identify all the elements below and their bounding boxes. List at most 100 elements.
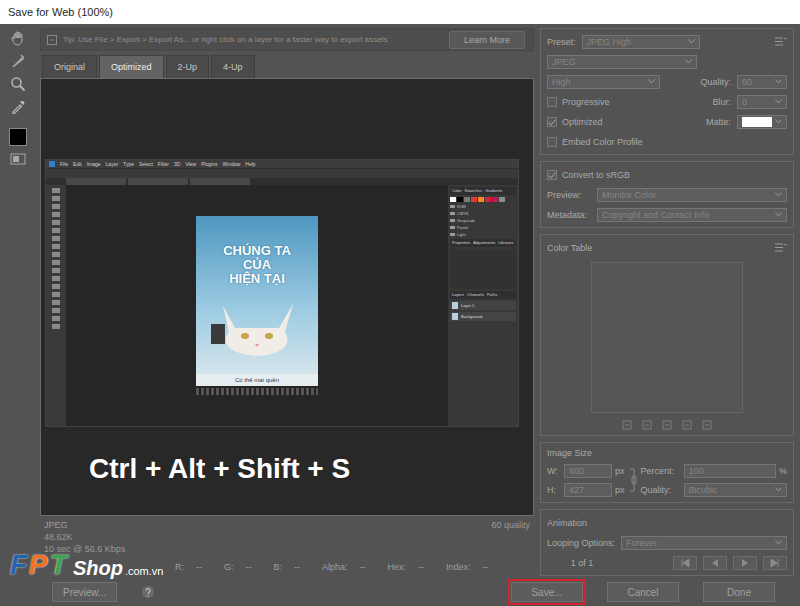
ps-swatch[interactable]	[492, 197, 498, 202]
preview-column: Tip: Use File > Export > Export As... or…	[36, 24, 534, 578]
ps-panel-tab[interactable]: Swatches	[465, 188, 482, 194]
chevron-down-icon	[775, 192, 782, 197]
percent-label: Percent:	[641, 466, 681, 476]
blur-field[interactable]: 0	[737, 95, 787, 109]
eyedropper-icon[interactable]	[10, 99, 26, 115]
link-icon[interactable]	[629, 465, 637, 495]
web-shift-icon[interactable]	[642, 420, 652, 430]
ps-swatch-folder[interactable]: RGB	[450, 204, 516, 209]
panel-menu-icon[interactable]	[775, 37, 787, 46]
convert-srgb-row: Convert to sRGB	[547, 167, 787, 182]
play-icon[interactable]	[733, 556, 757, 570]
ps-panel-tab[interactable]: Layers	[452, 292, 464, 298]
new-color-icon[interactable]	[682, 420, 692, 430]
ps-menu-item[interactable]: Plugins	[201, 161, 217, 167]
watermark-letter: F	[10, 550, 27, 580]
next-frame-icon[interactable]	[763, 556, 787, 570]
ps-menu-item[interactable]: Image	[87, 161, 101, 167]
delete-color-icon[interactable]	[702, 420, 712, 430]
quality-field[interactable]: 60	[737, 75, 787, 89]
ps-swatch[interactable]	[485, 197, 491, 202]
ps-menu-item[interactable]: Layer	[106, 161, 119, 167]
matte-field[interactable]	[737, 115, 787, 129]
file-size: 48.62K	[44, 532, 125, 542]
ps-menu-item[interactable]: Window	[223, 161, 241, 167]
preview-label: Preview:	[547, 190, 591, 200]
view-tab[interactable]: Optimized	[99, 55, 164, 78]
ps-options-bar	[46, 168, 518, 178]
metadata-dropdown[interactable]: Copyright and Contact Info	[597, 208, 787, 222]
ps-swatch-folder[interactable]: Light	[450, 232, 516, 237]
resample-dropdown[interactable]: Bicubic	[684, 483, 787, 497]
height-field[interactable]: 427	[564, 483, 612, 497]
view-tab[interactable]: Original	[42, 55, 97, 78]
image-size-body: W:800pxH:427pxPercent:100%Quality:Bicubi…	[547, 463, 787, 497]
ps-panel-tab[interactable]: Paths	[487, 292, 497, 298]
ps-panel-tab[interactable]: Adjustments	[473, 240, 495, 246]
percent-field[interactable]: 100	[684, 464, 776, 478]
ps-panel-tab[interactable]: Channels	[467, 292, 484, 298]
ps-panel-tab[interactable]: Gradients	[485, 188, 502, 194]
frame-row: 1 of 1	[547, 555, 787, 570]
ps-menu-item[interactable]: View	[185, 161, 196, 167]
ps-menu-item[interactable]: Filter	[158, 161, 169, 167]
resample-row: Quality:Bicubic	[641, 482, 787, 497]
ps-swatch[interactable]	[457, 197, 463, 202]
view-tab[interactable]: 4-Up	[211, 55, 255, 78]
help-icon[interactable]	[141, 585, 155, 599]
ps-panel-tab[interactable]: Properties	[452, 240, 470, 246]
ps-layer-row[interactable]: Background	[450, 312, 516, 321]
learn-more-button[interactable]: Learn More	[449, 31, 525, 49]
preview-button[interactable]: Preview...	[52, 582, 117, 602]
lock-color-icon[interactable]	[662, 420, 672, 430]
ps-swatch[interactable]	[499, 197, 505, 202]
ps-swatch[interactable]	[464, 197, 470, 202]
ps-menu-item[interactable]: 3D	[174, 161, 180, 167]
ps-layer-row[interactable]: Layer 1	[450, 301, 516, 310]
image-preview: File Edit Image Layer Type Select Filter 3D View…	[40, 78, 534, 516]
slice-select-icon[interactable]	[10, 53, 26, 69]
compression-dropdown[interactable]: High	[547, 75, 660, 89]
ps-swatch[interactable]	[478, 197, 484, 202]
ps-tool-icon	[52, 196, 60, 201]
ps-menu-item[interactable]: Help	[245, 161, 255, 167]
ps-swatch[interactable]	[450, 197, 456, 202]
ps-menu-item[interactable]: File	[60, 161, 68, 167]
ps-panel-tab[interactable]: Libraries	[498, 240, 513, 246]
first-frame-icon[interactable]	[673, 556, 697, 570]
ps-swatch-folder[interactable]: Grayscale	[450, 218, 516, 223]
width-field[interactable]: 800	[564, 464, 612, 478]
preset-dropdown[interactable]: JPEG High	[582, 35, 700, 49]
ps-menu-item[interactable]: Type	[123, 161, 134, 167]
width-row: W:800px	[547, 463, 625, 478]
preview-dropdown[interactable]: Monitor Color	[597, 188, 787, 202]
animation-header: Animation	[547, 515, 787, 530]
convert-srgb-checkbox[interactable]	[547, 170, 557, 180]
dialog-button[interactable]: Save...	[511, 582, 583, 602]
eyedropper-color-swatch[interactable]	[9, 128, 27, 146]
readout-label: Index:	[446, 562, 471, 572]
panel-menu-icon[interactable]	[775, 243, 787, 252]
looping-dropdown[interactable]: Forever	[621, 536, 787, 550]
dialog-button[interactable]: Cancel	[607, 582, 679, 602]
dialog-button[interactable]: Done	[703, 582, 775, 602]
progressive-checkbox[interactable]	[547, 97, 557, 107]
optimized-checkbox[interactable]	[547, 117, 557, 127]
hand-icon[interactable]	[10, 30, 26, 46]
ps-swatch-folder[interactable]: Pastel	[450, 225, 516, 230]
ps-menu-item[interactable]: Select	[139, 161, 153, 167]
ps-panel-tab[interactable]: Color	[452, 188, 462, 194]
zoom-icon[interactable]	[10, 76, 26, 92]
ps-swatch[interactable]	[471, 197, 477, 202]
format-dropdown[interactable]: JPEG	[547, 55, 697, 69]
ps-menu-item[interactable]: Edit	[73, 161, 82, 167]
view-tab[interactable]: 2-Up	[166, 55, 210, 78]
ps-swatch-folder[interactable]: CMYK	[450, 211, 516, 216]
ps-toolbar	[46, 185, 66, 426]
previous-frame-icon[interactable]	[703, 556, 727, 570]
map-color-icon[interactable]	[622, 420, 632, 430]
embed-color-profile-checkbox[interactable]	[547, 137, 557, 147]
toggle-slices-icon[interactable]	[10, 153, 26, 165]
layer-thumbnail	[452, 302, 458, 309]
watermark-letter: P	[29, 550, 48, 580]
